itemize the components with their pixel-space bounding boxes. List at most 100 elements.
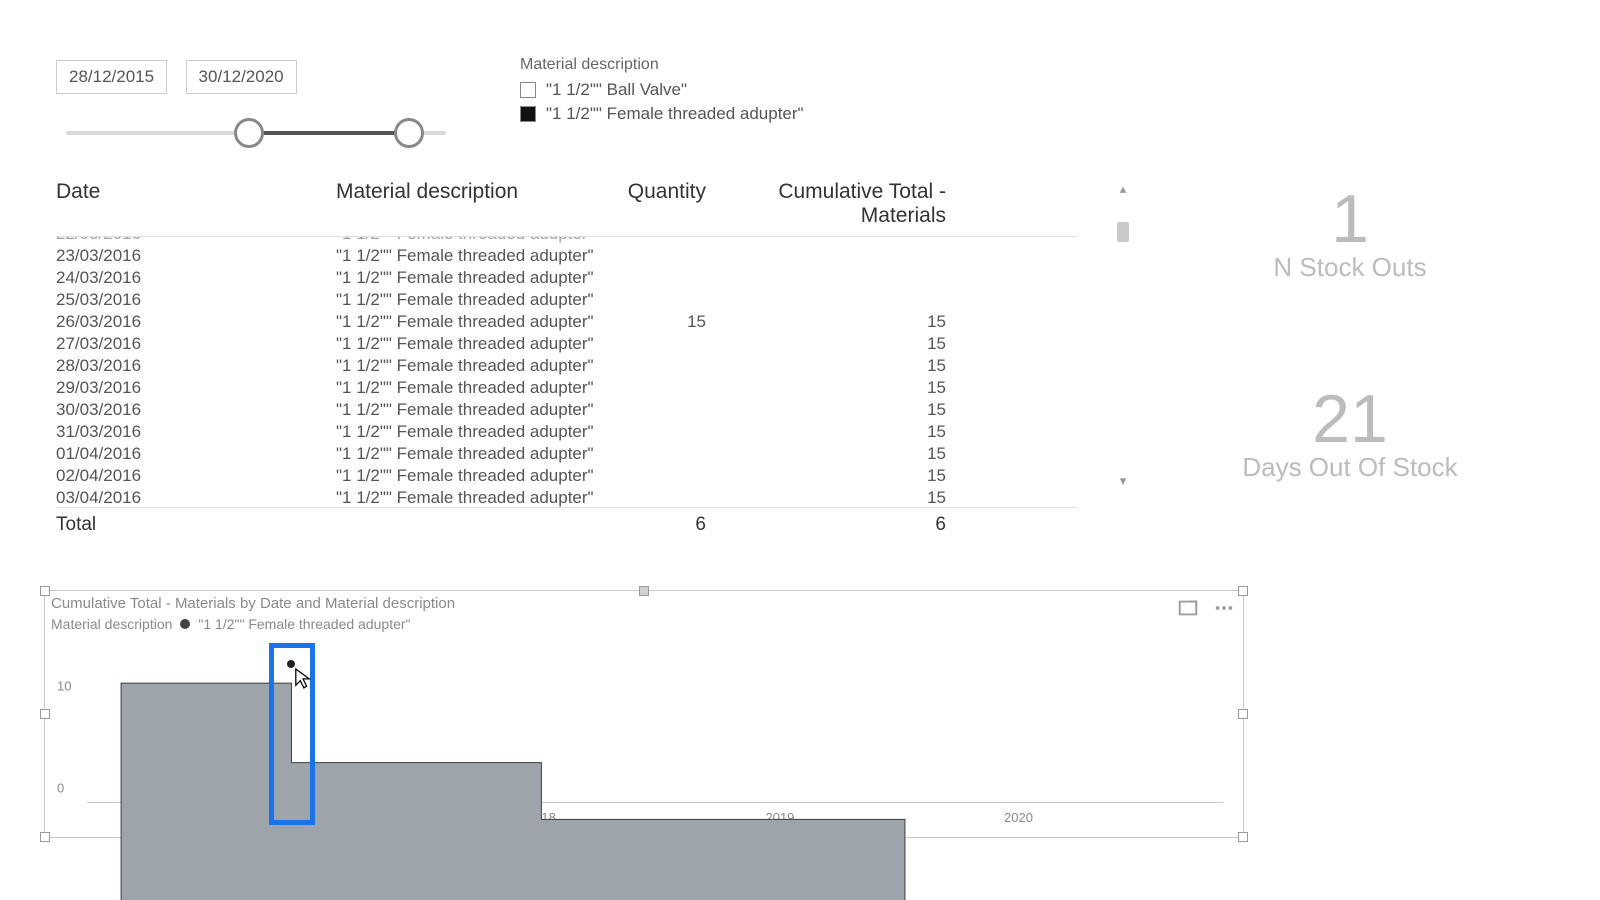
table-row[interactable]: 23/03/2016"1 1/2"" Female threaded adupt… <box>56 245 1076 267</box>
table-footer-row: Total 6 6 <box>56 507 1076 536</box>
cell-date: 01/04/2016 <box>56 444 336 464</box>
table-row[interactable]: 31/03/2016"1 1/2"" Female threaded adupt… <box>56 421 1076 443</box>
kpi-stockouts: 1 N Stock Outs <box>1220 180 1480 283</box>
col-header-quantity[interactable]: Quantity <box>616 180 706 228</box>
cell-date: 30/03/2016 <box>56 400 336 420</box>
resize-handle[interactable] <box>40 832 50 842</box>
legend-series-name: "1 1/2"" Female threaded adupter" <box>198 616 410 632</box>
cell-date: 25/03/2016 <box>56 290 336 310</box>
col-header-material[interactable]: Material description <box>336 180 616 228</box>
cell-qty <box>616 334 706 354</box>
cell-cum <box>706 237 946 244</box>
table-row[interactable]: 01/04/2016"1 1/2"" Female threaded adupt… <box>56 443 1076 465</box>
cell-qty <box>616 466 706 486</box>
cell-date: 22/03/2016 <box>56 237 336 244</box>
kpi-days-label: Days Out Of Stock <box>1220 452 1480 483</box>
legend-field-label: Material description <box>51 616 172 632</box>
cell-material: "1 1/2"" Female threaded adupter" <box>336 356 616 376</box>
y-axis-tick: 10 <box>57 679 71 694</box>
cell-date: 27/03/2016 <box>56 334 336 354</box>
cell-qty <box>616 246 706 266</box>
chart-legend: Material description "1 1/2"" Female thr… <box>45 616 1243 634</box>
cell-date: 23/03/2016 <box>56 246 336 266</box>
cell-material: "1 1/2"" Female threaded adupter" <box>336 268 616 288</box>
footer-qty: 6 <box>616 514 706 536</box>
cell-cum <box>706 268 946 288</box>
date-end-input[interactable]: 30/12/2020 <box>186 60 297 94</box>
table-row[interactable]: 22/03/2016"1 1/2"" Female threaded adupt… <box>56 237 1076 245</box>
table-row[interactable]: 26/03/2016"1 1/2"" Female threaded adupt… <box>56 311 1076 333</box>
kpi-days-value: 21 <box>1220 380 1480 458</box>
cell-material: "1 1/2"" Female threaded adupter" <box>336 246 616 266</box>
filter-option-female-adapter[interactable]: "1 1/2"" Female threaded adupter" <box>520 104 804 124</box>
cell-material: "1 1/2"" Female threaded adupter" <box>336 237 616 244</box>
table-body[interactable]: 22/03/2016"1 1/2"" Female threaded adupt… <box>56 237 1076 507</box>
scroll-thumb[interactable] <box>1117 222 1129 242</box>
cursor-icon <box>294 667 312 689</box>
table-row[interactable]: 30/03/2016"1 1/2"" Female threaded adupt… <box>56 399 1076 421</box>
legend-marker-icon <box>180 619 190 629</box>
checkbox-checked-icon[interactable] <box>520 106 536 122</box>
table-row[interactable]: 03/04/2016"1 1/2"" Female threaded adupt… <box>56 487 1076 507</box>
cell-material: "1 1/2"" Female threaded adupter" <box>336 400 616 420</box>
resize-handle[interactable] <box>40 586 50 596</box>
focus-mode-icon[interactable] <box>1177 597 1199 624</box>
scroll-up-icon[interactable]: ▴ <box>1114 180 1132 198</box>
filter-option-ball-valve[interactable]: "1 1/2"" Ball Valve" <box>520 80 804 100</box>
cell-qty <box>616 237 706 244</box>
date-range-slider[interactable] <box>66 118 446 148</box>
materials-table: Date Material description Quantity Cumul… <box>56 180 1076 530</box>
cell-cum: 15 <box>706 400 946 420</box>
slider-handle-end[interactable] <box>394 118 424 148</box>
kpi-stockouts-value: 1 <box>1220 180 1480 258</box>
scroll-down-icon[interactable]: ▾ <box>1114 472 1132 490</box>
resize-handle[interactable] <box>1238 586 1248 596</box>
slider-active-range <box>246 131 406 135</box>
cell-date: 02/04/2016 <box>56 466 336 486</box>
cell-qty: 15 <box>616 312 706 332</box>
col-header-date[interactable]: Date <box>56 180 336 228</box>
cell-qty <box>616 422 706 442</box>
table-row[interactable]: 02/04/2016"1 1/2"" Female threaded adupt… <box>56 465 1076 487</box>
date-start-input[interactable]: 28/12/2015 <box>56 60 167 94</box>
cell-material: "1 1/2"" Female threaded adupter" <box>336 466 616 486</box>
table-scrollbar[interactable]: ▴ ▾ <box>1114 180 1132 490</box>
table-row[interactable]: 25/03/2016"1 1/2"" Female threaded adupt… <box>56 289 1076 311</box>
cell-material: "1 1/2"" Female threaded adupter" <box>336 334 616 354</box>
date-range-slicer[interactable]: 28/12/2015 30/12/2020 <box>56 60 456 148</box>
cell-date: 24/03/2016 <box>56 268 336 288</box>
resize-handle[interactable] <box>1238 832 1248 842</box>
cell-qty <box>616 444 706 464</box>
cell-qty <box>616 488 706 507</box>
cell-cum <box>706 290 946 310</box>
cell-cum: 15 <box>706 378 946 398</box>
cell-date: 29/03/2016 <box>56 378 336 398</box>
table-row[interactable]: 28/03/2016"1 1/2"" Female threaded adupt… <box>56 355 1076 377</box>
cell-cum: 15 <box>706 444 946 464</box>
col-header-cumulative[interactable]: Cumulative Total - Materials <box>706 180 946 228</box>
chart-plot-area[interactable]: 10 0 2017 2018 2019 2020 <box>87 649 1223 803</box>
cell-material: "1 1/2"" Female threaded adupter" <box>336 444 616 464</box>
cell-qty <box>616 290 706 310</box>
cell-date: 31/03/2016 <box>56 422 336 442</box>
resize-handle[interactable] <box>40 709 50 719</box>
resize-handle[interactable] <box>1238 709 1248 719</box>
cell-cum: 15 <box>706 422 946 442</box>
resize-handle[interactable] <box>639 586 649 596</box>
checkbox-icon[interactable] <box>520 82 536 98</box>
table-row[interactable]: 24/03/2016"1 1/2"" Female threaded adupt… <box>56 267 1076 289</box>
kpi-days-out: 21 Days Out Of Stock <box>1220 380 1480 483</box>
table-row[interactable]: 29/03/2016"1 1/2"" Female threaded adupt… <box>56 377 1076 399</box>
cell-cum: 15 <box>706 334 946 354</box>
cell-material: "1 1/2"" Female threaded adupter" <box>336 290 616 310</box>
cell-cum: 15 <box>706 466 946 486</box>
table-row[interactable]: 27/03/2016"1 1/2"" Female threaded adupt… <box>56 333 1076 355</box>
slider-handle-start[interactable] <box>234 118 264 148</box>
more-options-icon[interactable] <box>1213 597 1235 624</box>
cumulative-chart-visual[interactable]: Cumulative Total - Materials by Date and… <box>44 590 1244 838</box>
cell-date: 26/03/2016 <box>56 312 336 332</box>
footer-cum: 6 <box>706 514 946 536</box>
footer-label: Total <box>56 514 336 536</box>
cell-material: "1 1/2"" Female threaded adupter" <box>336 312 616 332</box>
filter-option-label: "1 1/2"" Ball Valve" <box>546 80 687 100</box>
